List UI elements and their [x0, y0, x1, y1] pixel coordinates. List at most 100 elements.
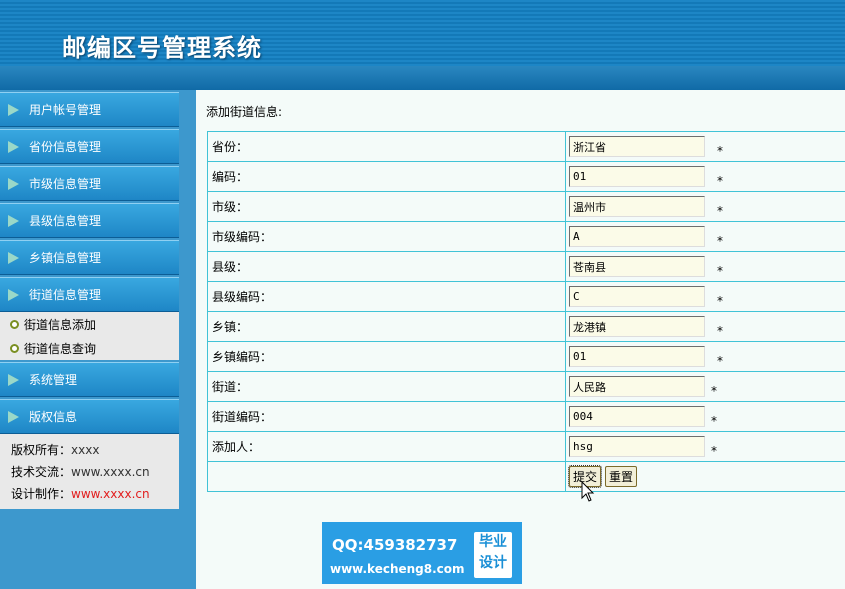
- field-cell: *: [565, 161, 845, 192]
- tech-label: 技术交流：: [11, 465, 72, 479]
- triangle-right-icon: [8, 103, 19, 116]
- sidebar-item-streets[interactable]: 街道信息管理: [0, 277, 179, 312]
- field-cell: *: [565, 221, 845, 252]
- field-cell: *: [565, 371, 845, 402]
- field-label: 县级编码：: [207, 281, 566, 312]
- required-mark: *: [717, 263, 723, 278]
- triangle-right-icon: [8, 177, 19, 190]
- watermark-badge: 毕业 设计: [474, 532, 512, 578]
- triangle-right-icon: [8, 288, 19, 301]
- bullet-icon: [10, 319, 19, 329]
- field-label: 县级：: [207, 251, 566, 282]
- copyright-label: 版权所有：: [11, 443, 72, 457]
- page-title: 添加街道信息:: [206, 105, 283, 119]
- street-form: 省份： * 编码： * 市级： * 市级编码： * 县级： * 县级编码： * …: [207, 131, 845, 492]
- sidebar-item-label: 乡镇信息管理: [29, 251, 102, 265]
- design-label: 设计制作：: [11, 487, 72, 501]
- form-row: 编码： *: [207, 161, 845, 192]
- form-row: 市级编码： *: [207, 221, 845, 252]
- field-cell: *: [565, 401, 845, 432]
- field-cell: *: [565, 251, 845, 282]
- form-row: 省份： *: [207, 131, 845, 162]
- copyright-line: 版权所有：xxxx: [11, 441, 99, 458]
- submenu-item-add-street[interactable]: 街道信息添加: [0, 312, 179, 336]
- submenu-item-label: 街道信息添加: [24, 317, 97, 332]
- field-label: 省份：: [207, 131, 566, 162]
- sidebar-item-label: 省份信息管理: [29, 140, 102, 154]
- copyright-value: xxxx: [71, 443, 100, 457]
- form-row: 县级编码： *: [207, 281, 845, 312]
- sidebar-item-label: 用户帐号管理: [29, 103, 102, 117]
- required-mark: *: [717, 293, 723, 308]
- street-submenu: 街道信息添加 街道信息查询: [0, 312, 179, 360]
- actions-cell: 提交 重置: [565, 461, 845, 492]
- street-input[interactable]: [569, 376, 705, 397]
- header-banner: 邮编区号管理系统: [0, 0, 845, 90]
- field-label: 街道：: [207, 371, 566, 402]
- tech-value[interactable]: www.xxxx.cn: [71, 465, 150, 479]
- design-line: 设计制作：www.xxxx.cn: [11, 485, 150, 502]
- form-row: 街道： *: [207, 371, 845, 402]
- form-row: 街道编码： *: [207, 401, 845, 432]
- field-cell: *: [565, 281, 845, 312]
- form-row: 乡镇编码： *: [207, 341, 845, 372]
- sidebar-item-label: 街道信息管理: [29, 288, 102, 302]
- form-row: 添加人： *: [207, 431, 845, 462]
- required-mark: *: [717, 323, 723, 338]
- required-mark: *: [711, 383, 717, 398]
- triangle-right-icon: [8, 373, 19, 386]
- triangle-right-icon: [8, 251, 19, 264]
- submenu-item-label: 街道信息查询: [24, 341, 97, 356]
- county-code-input[interactable]: [569, 286, 705, 307]
- added-by-input[interactable]: [569, 436, 705, 457]
- required-mark: *: [717, 173, 723, 188]
- field-label: 添加人：: [207, 431, 566, 462]
- sidebar-item-counties[interactable]: 县级信息管理: [0, 203, 179, 238]
- town-code-input[interactable]: [569, 346, 705, 367]
- sidebar-item-label: 市级信息管理: [29, 177, 102, 191]
- city-input[interactable]: [569, 196, 705, 217]
- design-value[interactable]: www.xxxx.cn: [71, 487, 150, 501]
- submenu-item-query-street[interactable]: 街道信息查询: [0, 336, 179, 360]
- field-cell: *: [565, 341, 845, 372]
- field-label: 乡镇编码：: [207, 341, 566, 372]
- sidebar-item-label: 版权信息: [29, 410, 78, 424]
- triangle-right-icon: [8, 410, 19, 423]
- city-code-input[interactable]: [569, 226, 705, 247]
- copyright-info: 版权所有：xxxx 技术交流：www.xxxx.cn 设计制作：www.xxxx…: [0, 434, 179, 509]
- triangle-right-icon: [8, 214, 19, 227]
- field-cell: *: [565, 311, 845, 342]
- street-code-input[interactable]: [569, 406, 705, 427]
- required-mark: *: [717, 353, 723, 368]
- field-label: 市级：: [207, 191, 566, 222]
- bullet-icon: [10, 343, 19, 353]
- watermark: QQ:459382737 www.kecheng8.com 毕业 设计: [322, 522, 522, 584]
- triangle-right-icon: [8, 140, 19, 153]
- sidebar-item-towns[interactable]: 乡镇信息管理: [0, 240, 179, 275]
- form-actions-row: 提交 重置: [207, 461, 845, 492]
- form-row: 县级： *: [207, 251, 845, 282]
- required-mark: *: [717, 143, 723, 158]
- sidebar: 用户帐号管理 省份信息管理 市级信息管理 县级信息管理 乡镇信息管理 街道信息管…: [0, 90, 180, 589]
- province-input[interactable]: [569, 136, 705, 157]
- watermark-badge-line2: 设计: [479, 555, 507, 571]
- tech-line: 技术交流：www.xxxx.cn: [11, 463, 150, 480]
- field-label: 乡镇：: [207, 311, 566, 342]
- sidebar-item-copyright[interactable]: 版权信息: [0, 399, 179, 434]
- sidebar-item-user-accounts[interactable]: 用户帐号管理: [0, 92, 179, 127]
- required-mark: *: [711, 443, 717, 458]
- sidebar-item-system[interactable]: 系统管理: [0, 362, 179, 397]
- field-cell: *: [565, 191, 845, 222]
- sidebar-item-provinces[interactable]: 省份信息管理: [0, 129, 179, 164]
- watermark-url: www.kecheng8.com: [330, 562, 465, 576]
- province-code-input[interactable]: [569, 166, 705, 187]
- reset-button[interactable]: 重置: [605, 466, 638, 487]
- county-input[interactable]: [569, 256, 705, 277]
- field-label: 街道编码：: [207, 401, 566, 432]
- town-input[interactable]: [569, 316, 705, 337]
- field-cell: *: [565, 131, 845, 162]
- empty-cell: [207, 461, 566, 492]
- sidebar-item-label: 系统管理: [29, 373, 78, 387]
- sidebar-item-cities[interactable]: 市级信息管理: [0, 166, 179, 201]
- field-label: 市级编码：: [207, 221, 566, 252]
